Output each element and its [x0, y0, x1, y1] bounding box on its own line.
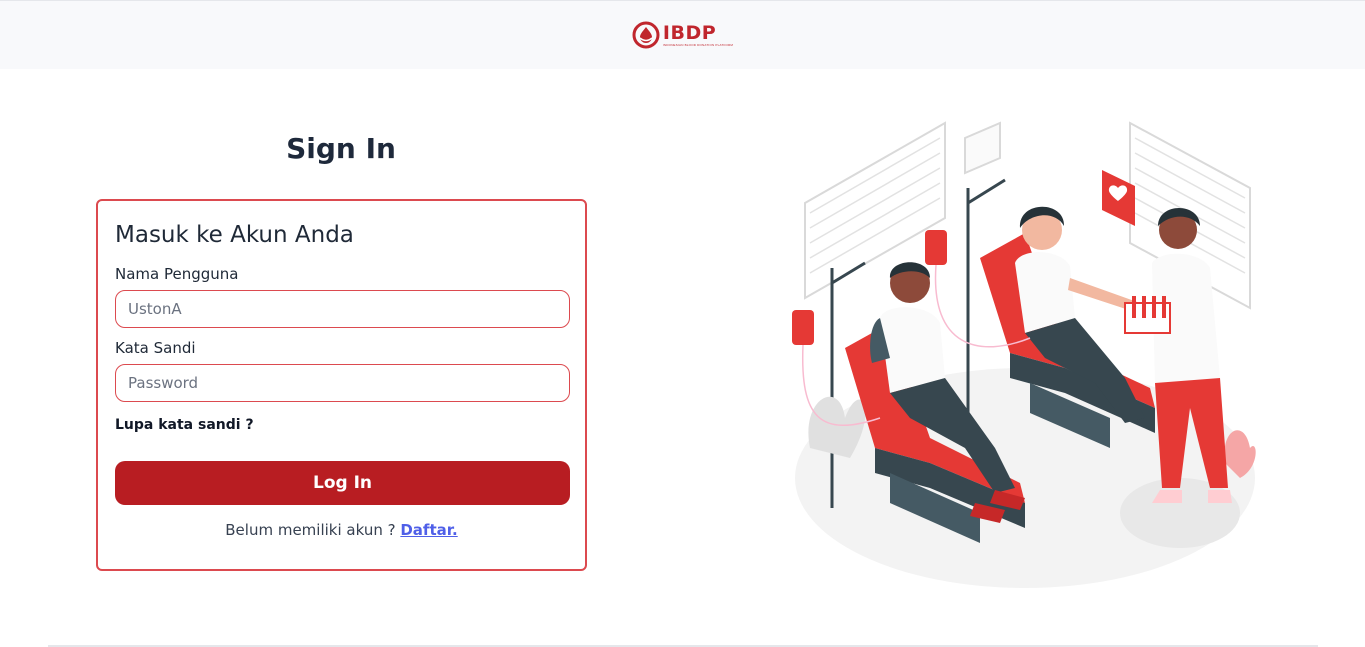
- forgot-password-link[interactable]: Lupa kata sandi ?: [115, 417, 254, 433]
- card-heading: Masuk ke Akun Anda: [115, 222, 354, 248]
- register-prompt: Belum memiliki akun ? Daftar.: [98, 521, 585, 539]
- ibdp-logo[interactable]: IBDP INDONESIAN BLOOD DONATION PLATFORM: [632, 21, 733, 49]
- register-prompt-text: Belum memiliki akun ?: [225, 521, 396, 539]
- password-label: Kata Sandi: [115, 339, 196, 357]
- top-header: IBDP INDONESIAN BLOOD DONATION PLATFORM: [0, 0, 1365, 69]
- login-button[interactable]: Log In: [115, 461, 570, 505]
- password-placeholder: Password: [128, 374, 199, 392]
- username-value: UstonA: [128, 300, 182, 318]
- blood-donation-illustration-icon: [792, 121, 1256, 588]
- logo-subtext: INDONESIAN BLOOD DONATION PLATFORM: [662, 42, 734, 47]
- blood-drop-logo-icon: [632, 21, 660, 49]
- page-title: Sign In: [286, 132, 396, 165]
- password-input[interactable]: Password: [115, 364, 570, 402]
- login-card: Masuk ke Akun Anda Nama Pengguna UstonA …: [96, 199, 587, 571]
- username-label: Nama Pengguna: [115, 265, 239, 283]
- register-link[interactable]: Daftar.: [400, 521, 457, 539]
- username-input[interactable]: UstonA: [115, 290, 570, 328]
- logo-word: IBDP: [662, 21, 717, 44]
- logo-text: IBDP INDONESIAN BLOOD DONATION PLATFORM: [662, 21, 734, 47]
